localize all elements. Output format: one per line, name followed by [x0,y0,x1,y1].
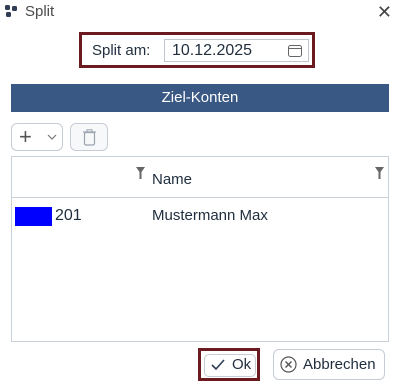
account-name: Mustermann Max [152,207,268,224]
ok-label: Ok [232,356,252,373]
plus-icon: + [19,124,32,149]
split-date-value: 10.12.2025 [172,42,253,59]
app-icon [5,5,17,17]
color-swatch [15,207,52,226]
target-accounts-grid: Name 201 Mustermann Max [11,156,389,342]
calendar-icon[interactable] [288,44,302,57]
cancel-label: Abbrechen [303,356,376,373]
chevron-down-icon[interactable] [47,133,57,141]
split-date-group: Split am: 10.12.2025 [79,32,315,68]
split-date-input[interactable]: 10.12.2025 [164,39,309,62]
table-row[interactable]: 201 Mustermann Max [12,203,388,227]
cancel-icon [280,356,297,373]
grid-header: Name [12,157,388,198]
window-title: Split [25,3,55,20]
account-number: 201 [55,207,82,224]
close-icon[interactable]: ✕ [377,2,392,23]
cancel-button[interactable]: Abbrechen [273,349,385,380]
section-header: Ziel-Konten [11,84,389,112]
delete-button[interactable] [70,123,108,151]
filter-icon[interactable] [375,167,384,179]
trash-icon [83,129,96,146]
ok-button[interactable]: Ok [198,348,260,381]
add-button[interactable]: + [11,123,63,151]
title-bar: Split ✕ [0,0,400,24]
filter-icon[interactable] [136,167,145,179]
ok-button-face[interactable]: Ok [204,354,256,377]
column-header-name[interactable]: Name [152,171,192,188]
check-icon [211,359,225,371]
split-date-label: Split am: [92,42,151,59]
